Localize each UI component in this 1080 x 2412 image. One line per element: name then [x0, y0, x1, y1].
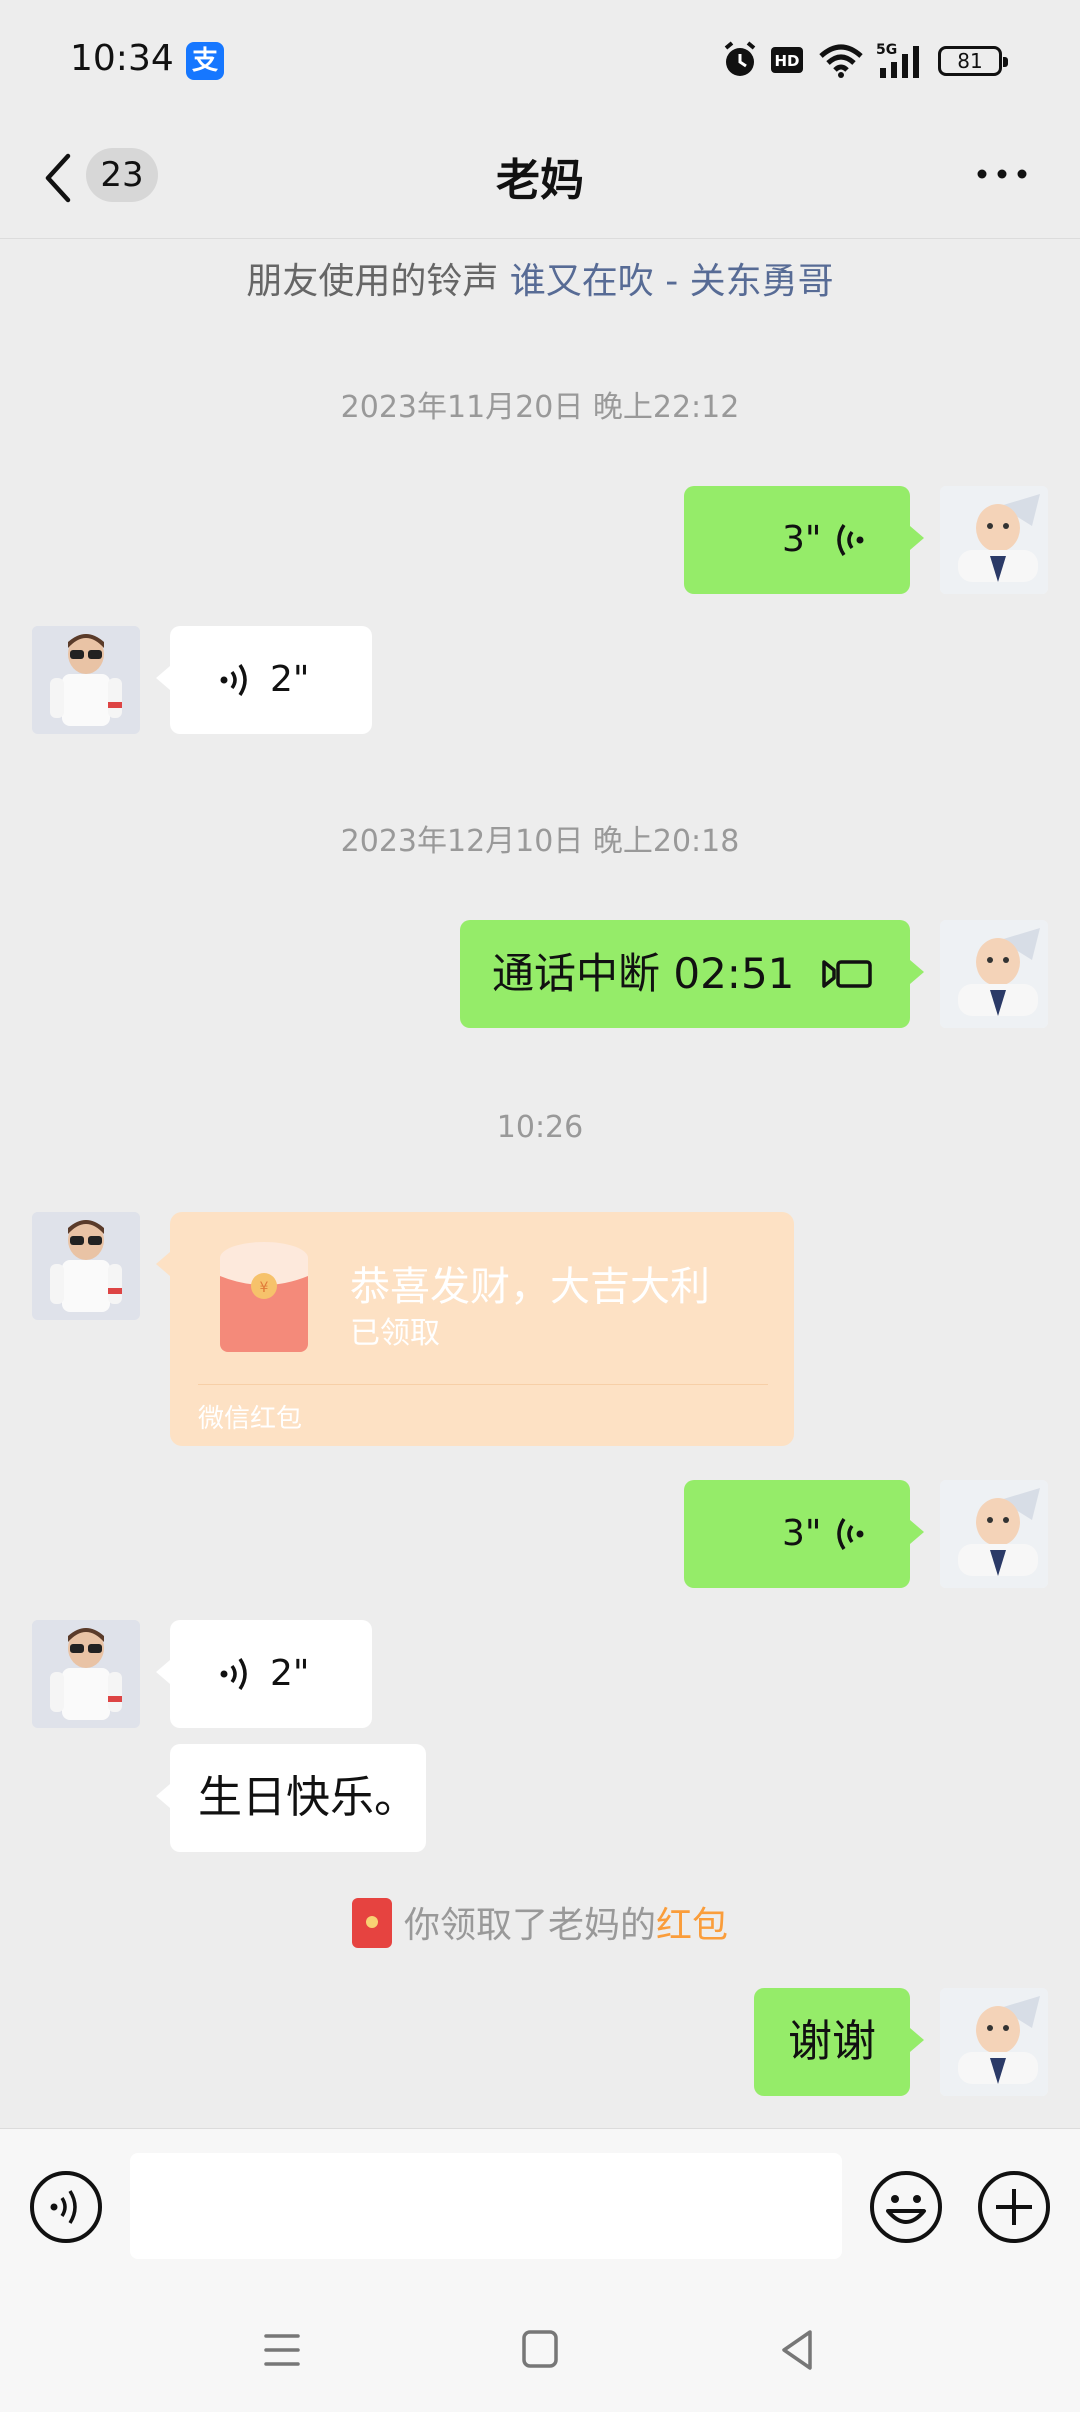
mom-voice-message[interactable]: 2" [156, 1620, 372, 1728]
voice-duration: 3" [782, 1513, 822, 1554]
red-packet-link[interactable]: 红包 [656, 1905, 728, 1946]
my-avatar[interactable] [940, 1480, 1048, 1588]
red-packet-brand: 微信红包 [198, 1404, 303, 1434]
menu-icon[interactable] [252, 2322, 312, 2378]
message-timestamp: 2023年11月20日 晚上22:12 [340, 390, 740, 425]
voice-input-icon[interactable] [28, 2169, 104, 2245]
red-packet-icon [351, 1898, 392, 1948]
voice-duration: 2" [270, 659, 310, 700]
chat-header: 23 老妈 [0, 120, 1080, 239]
red-packet-title: 恭喜发财，大吉大利 [350, 1264, 710, 1310]
baby-avatar-image [940, 1988, 1048, 2096]
message-timestamp: 2023年12月10日 晚上20:18 [340, 824, 740, 859]
message-text: 生日快乐。 [198, 1772, 418, 1823]
system-notice-text: 你领取了老妈的 [403, 1905, 656, 1946]
my-text-message[interactable]: 谢谢 [754, 1988, 924, 2096]
cellular-signal-icon: 5G [876, 42, 919, 78]
system-nav-bar [0, 2282, 1080, 2412]
unread-count-badge[interactable]: 23 [86, 148, 158, 202]
baby-avatar-image [940, 920, 1048, 1028]
ringtone-prefix: 朋友使用的铃声 [246, 261, 510, 302]
more-dots-icon[interactable] [972, 154, 1032, 194]
system-notice: 你领取了老妈的红包 [0, 1896, 1080, 1952]
boy-avatar-image [32, 626, 140, 734]
alipay-icon: 支 [186, 42, 224, 80]
wifi-icon [819, 44, 863, 78]
emoji-icon[interactable] [868, 2169, 944, 2245]
voice-duration: 3" [782, 519, 822, 560]
voice-wave-icon [837, 524, 864, 556]
ringtone-notice: 朋友使用的铃声 谁又在吹 - 关东勇哥 [0, 252, 1080, 304]
battery-icon: 81 [938, 46, 1008, 76]
my-avatar[interactable] [940, 1988, 1048, 2096]
my-avatar[interactable] [940, 920, 1048, 1028]
video-call-icon [822, 960, 872, 988]
mom-avatar[interactable] [32, 1620, 140, 1728]
voice-wave-icon [837, 1518, 864, 1550]
network-type-label: 5G [876, 42, 897, 58]
status-time: 10:34 [70, 38, 174, 79]
voice-wave-icon [220, 1658, 247, 1690]
red-packet-status: 已领取 [350, 1316, 440, 1351]
hd-icon: HD [771, 47, 803, 73]
chevron-left-icon[interactable] [38, 148, 78, 208]
chat-title: 老妈 [496, 155, 584, 206]
status-bar: 10:34 支 HD 5G 81 [0, 0, 1080, 120]
red-packet-icon: ¥ [220, 1242, 308, 1352]
voice-wave-icon [220, 664, 247, 696]
call-status-text: 通话中断 02:51 [492, 949, 795, 998]
input-bar [0, 2128, 1080, 2283]
mom-text-message[interactable]: 生日快乐。 [156, 1744, 426, 1852]
mom-avatar[interactable] [32, 626, 140, 734]
my-voice-message[interactable]: 3" [684, 486, 924, 594]
plus-icon[interactable] [976, 2169, 1052, 2245]
boy-avatar-image [32, 1212, 140, 1320]
svg-text:HD: HD [774, 52, 799, 70]
back-triangle-icon[interactable] [768, 2322, 828, 2378]
my-voice-message[interactable]: 3" [684, 1480, 924, 1588]
ringtone-song-link[interactable]: 谁又在吹 - 关东勇哥 [510, 261, 834, 302]
mom-voice-message[interactable]: 2" [156, 626, 372, 734]
boy-avatar-image [32, 1620, 140, 1728]
red-packet-message[interactable]: ¥ 恭喜发财，大吉大利 已领取 微信红包 [156, 1212, 794, 1446]
svg-text:¥: ¥ [260, 1280, 269, 1296]
baby-avatar-image [940, 486, 1048, 594]
voice-duration: 2" [270, 1653, 310, 1694]
my-call-record[interactable]: 通话中断 02:51 [460, 920, 924, 1028]
alarm-icon [724, 41, 756, 76]
my-avatar[interactable] [940, 486, 1048, 594]
home-icon[interactable] [510, 2322, 570, 2378]
baby-avatar-image [940, 1480, 1048, 1588]
red-packet-divider [198, 1384, 768, 1385]
message-input[interactable] [130, 2153, 842, 2259]
message-text: 谢谢 [788, 2016, 876, 2067]
mom-avatar[interactable] [32, 1212, 140, 1320]
message-timestamp: 10:26 [496, 1110, 584, 1145]
